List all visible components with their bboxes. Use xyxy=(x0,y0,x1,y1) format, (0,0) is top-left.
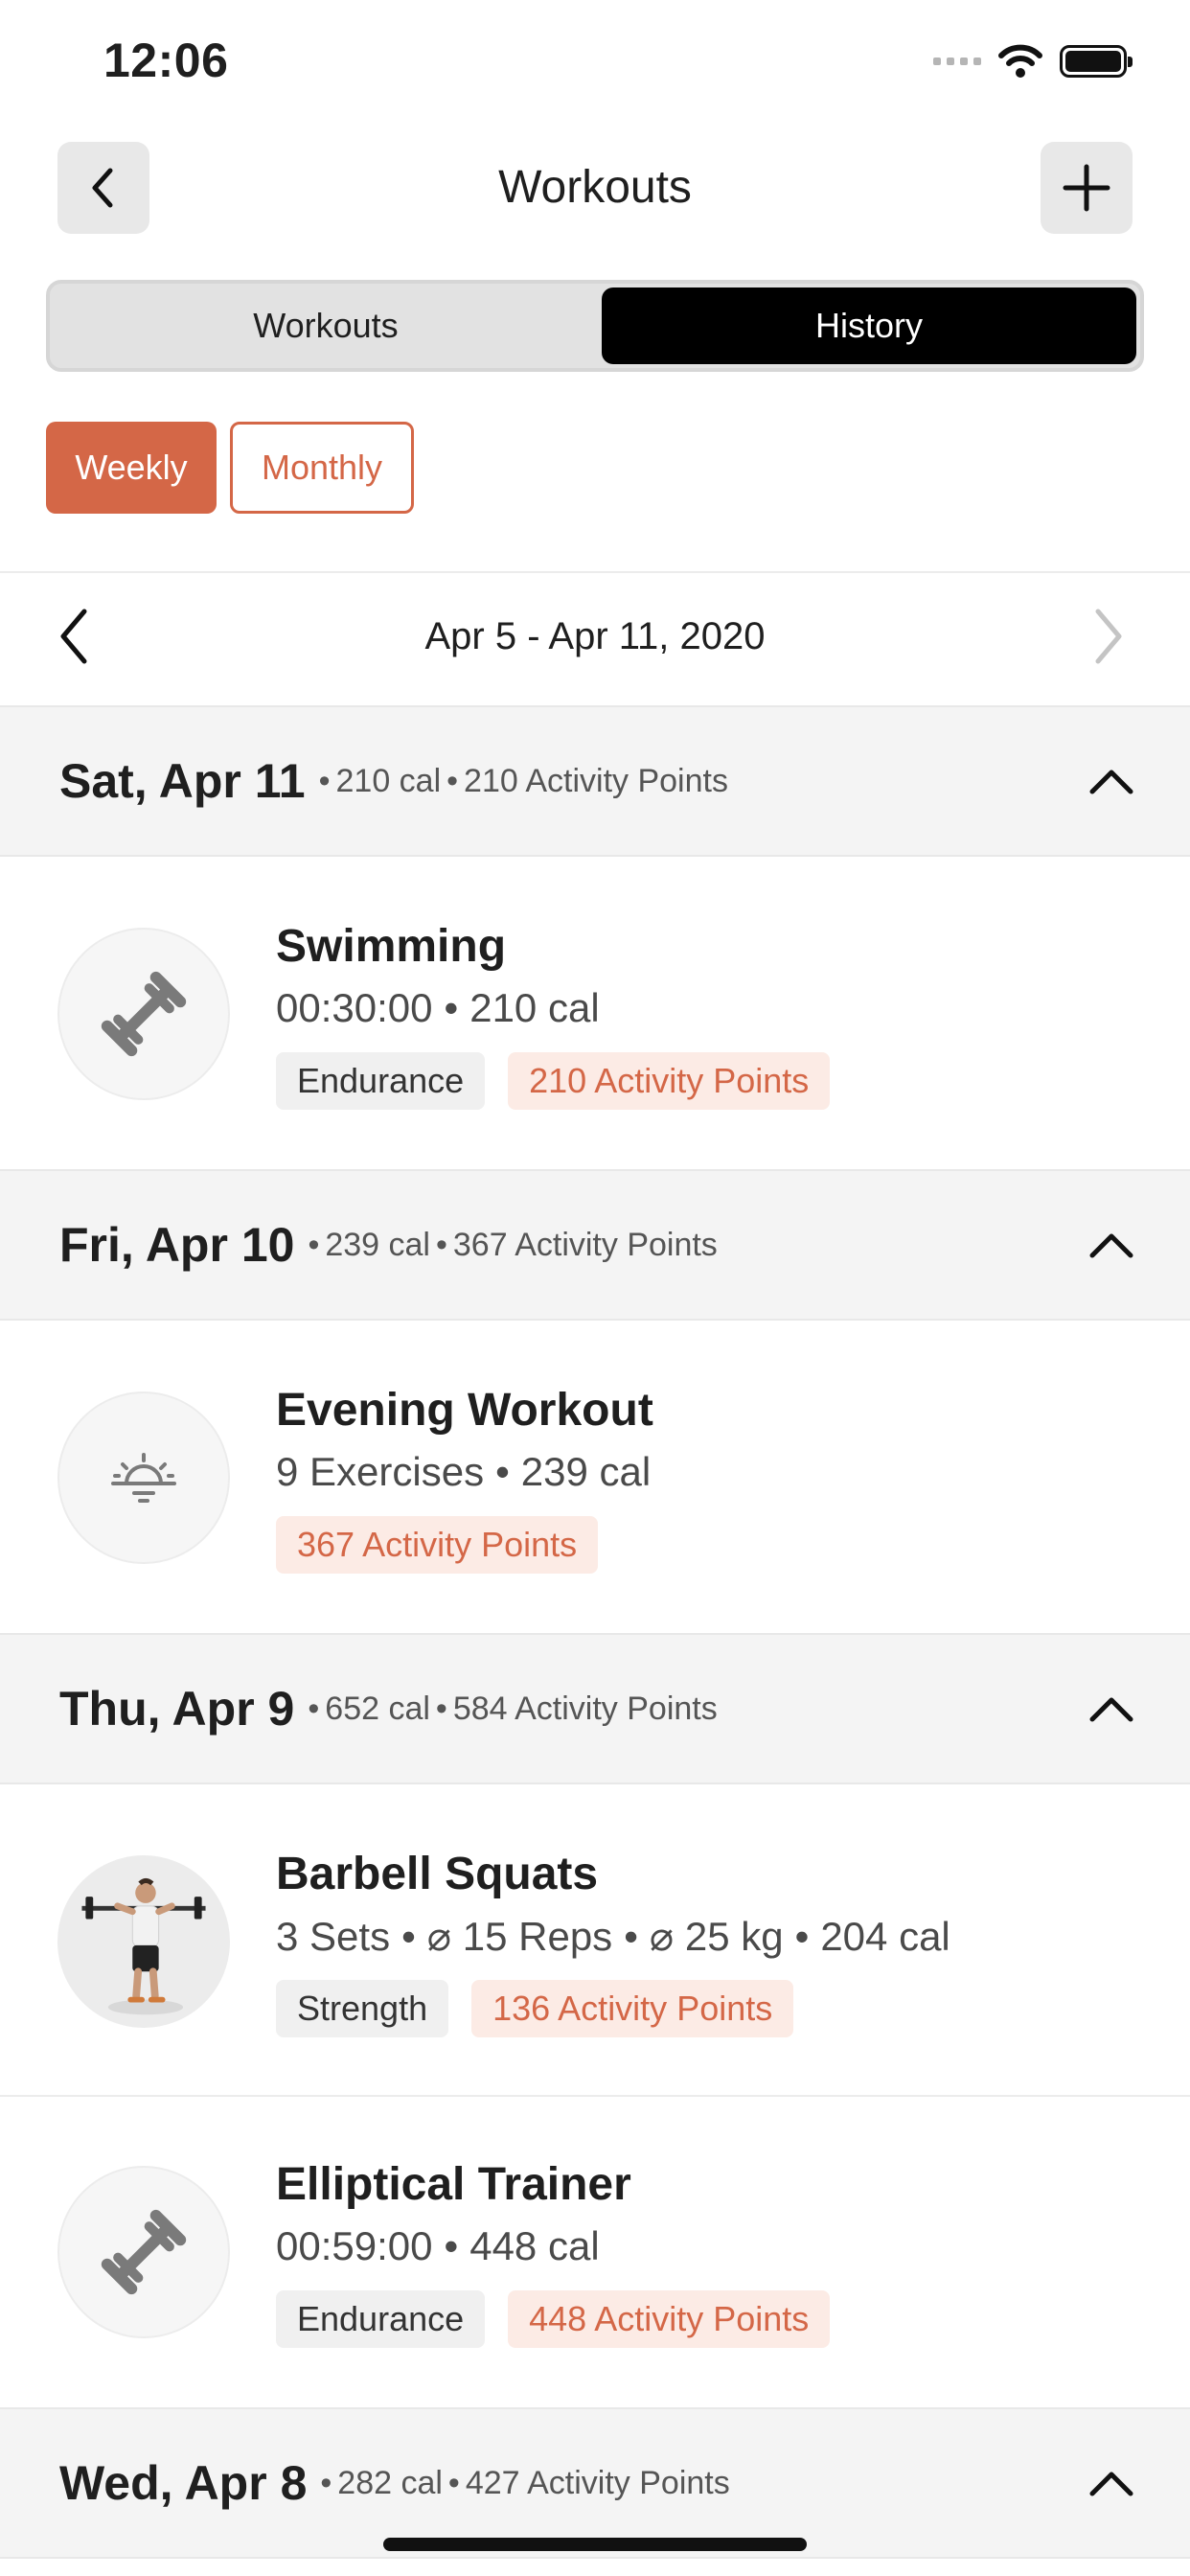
cellular-signal-icon xyxy=(933,58,981,65)
workout-tags: Endurance 448 Activity Points xyxy=(276,2290,831,2348)
day-summary: • 210 cal • 210 Activity Points xyxy=(318,762,728,799)
page-title: Workouts xyxy=(498,162,692,213)
workout-details: 3 Sets • ⌀ 15 Reps • ⌀ 25 kg • 204 cal xyxy=(276,1914,950,1959)
activity-points-tag: 136 Activity Points xyxy=(471,1980,794,2037)
home-indicator xyxy=(383,2538,807,2551)
wifi-icon xyxy=(998,44,1042,78)
workout-title: Elliptical Trainer xyxy=(276,2159,631,2210)
segmented-control: Workouts History xyxy=(46,280,1144,372)
day-header-sat-apr-11[interactable]: Sat, Apr 11 • 210 cal • 210 Activity Points xyxy=(0,705,1190,857)
activity-points-tag: 210 Activity Points xyxy=(508,1052,831,1110)
activity-points-tag: 367 Activity Points xyxy=(276,1516,599,1574)
workout-title: Barbell Squats xyxy=(276,1849,599,1899)
workout-title: Evening Workout xyxy=(276,1385,653,1436)
workout-tags: 367 Activity Points xyxy=(276,1516,599,1574)
day-summary: • 282 cal • 427 Activity Points xyxy=(320,2464,730,2501)
category-tag: Endurance xyxy=(276,2290,486,2348)
day-header-thu-apr-9[interactable]: Thu, Apr 9 • 652 cal • 584 Activity Points xyxy=(0,1633,1190,1784)
dumbbell-icon xyxy=(57,928,230,1100)
day-label: Wed, Apr 8 xyxy=(59,2456,308,2510)
activity-points-tag: 448 Activity Points xyxy=(508,2290,831,2348)
sunset-icon xyxy=(57,1392,230,1564)
chevron-up-icon xyxy=(1089,1233,1133,1258)
plus-icon xyxy=(1063,164,1110,212)
tab-history[interactable]: History xyxy=(602,288,1136,364)
day-header-wed-apr-8[interactable]: Wed, Apr 8 • 282 cal • 427 Activity Points xyxy=(0,2407,1190,2559)
barbell-squat-figure xyxy=(57,1855,230,2028)
status-time: 12:06 xyxy=(103,34,229,87)
weekly-filter-button[interactable]: Weekly xyxy=(46,422,217,514)
battery-icon xyxy=(1060,45,1133,78)
chevron-right-icon xyxy=(1095,609,1122,664)
day-summary: • 239 cal • 367 Activity Points xyxy=(308,1226,718,1263)
workout-title: Swimming xyxy=(276,921,507,972)
monthly-filter-button[interactable]: Monthly xyxy=(230,422,414,514)
day-header-fri-apr-10[interactable]: Fri, Apr 10 • 239 cal • 367 Activity Points xyxy=(0,1169,1190,1321)
dumbbell-icon xyxy=(57,2166,230,2338)
next-week-button[interactable] xyxy=(1088,606,1127,672)
category-tag: Strength xyxy=(276,1980,449,2037)
chevron-up-icon xyxy=(1089,2472,1133,2496)
day-label: Thu, Apr 9 xyxy=(59,1682,295,1736)
week-range-label: Apr 5 - Apr 11, 2020 xyxy=(424,615,766,657)
divider xyxy=(0,571,1190,573)
day-label: Sat, Apr 11 xyxy=(59,754,306,808)
add-button[interactable] xyxy=(1041,142,1133,234)
workout-details: 00:30:00 • 210 cal xyxy=(276,985,600,1030)
day-summary: • 652 cal • 584 Activity Points xyxy=(308,1690,718,1727)
workout-tags: Endurance 210 Activity Points xyxy=(276,1052,831,1110)
workout-tags: Strength 136 Activity Points xyxy=(276,1980,794,2037)
category-tag: Endurance xyxy=(276,1052,486,1110)
workout-details: 9 Exercises • 239 cal xyxy=(276,1449,652,1494)
chevron-up-icon xyxy=(1089,1697,1133,1722)
status-icons xyxy=(933,44,1133,79)
workout-details: 00:59:00 • 448 cal xyxy=(276,2223,600,2268)
chevron-up-icon xyxy=(1089,770,1133,794)
day-label: Fri, Apr 10 xyxy=(59,1218,295,1272)
tab-workouts[interactable]: Workouts xyxy=(54,288,598,364)
